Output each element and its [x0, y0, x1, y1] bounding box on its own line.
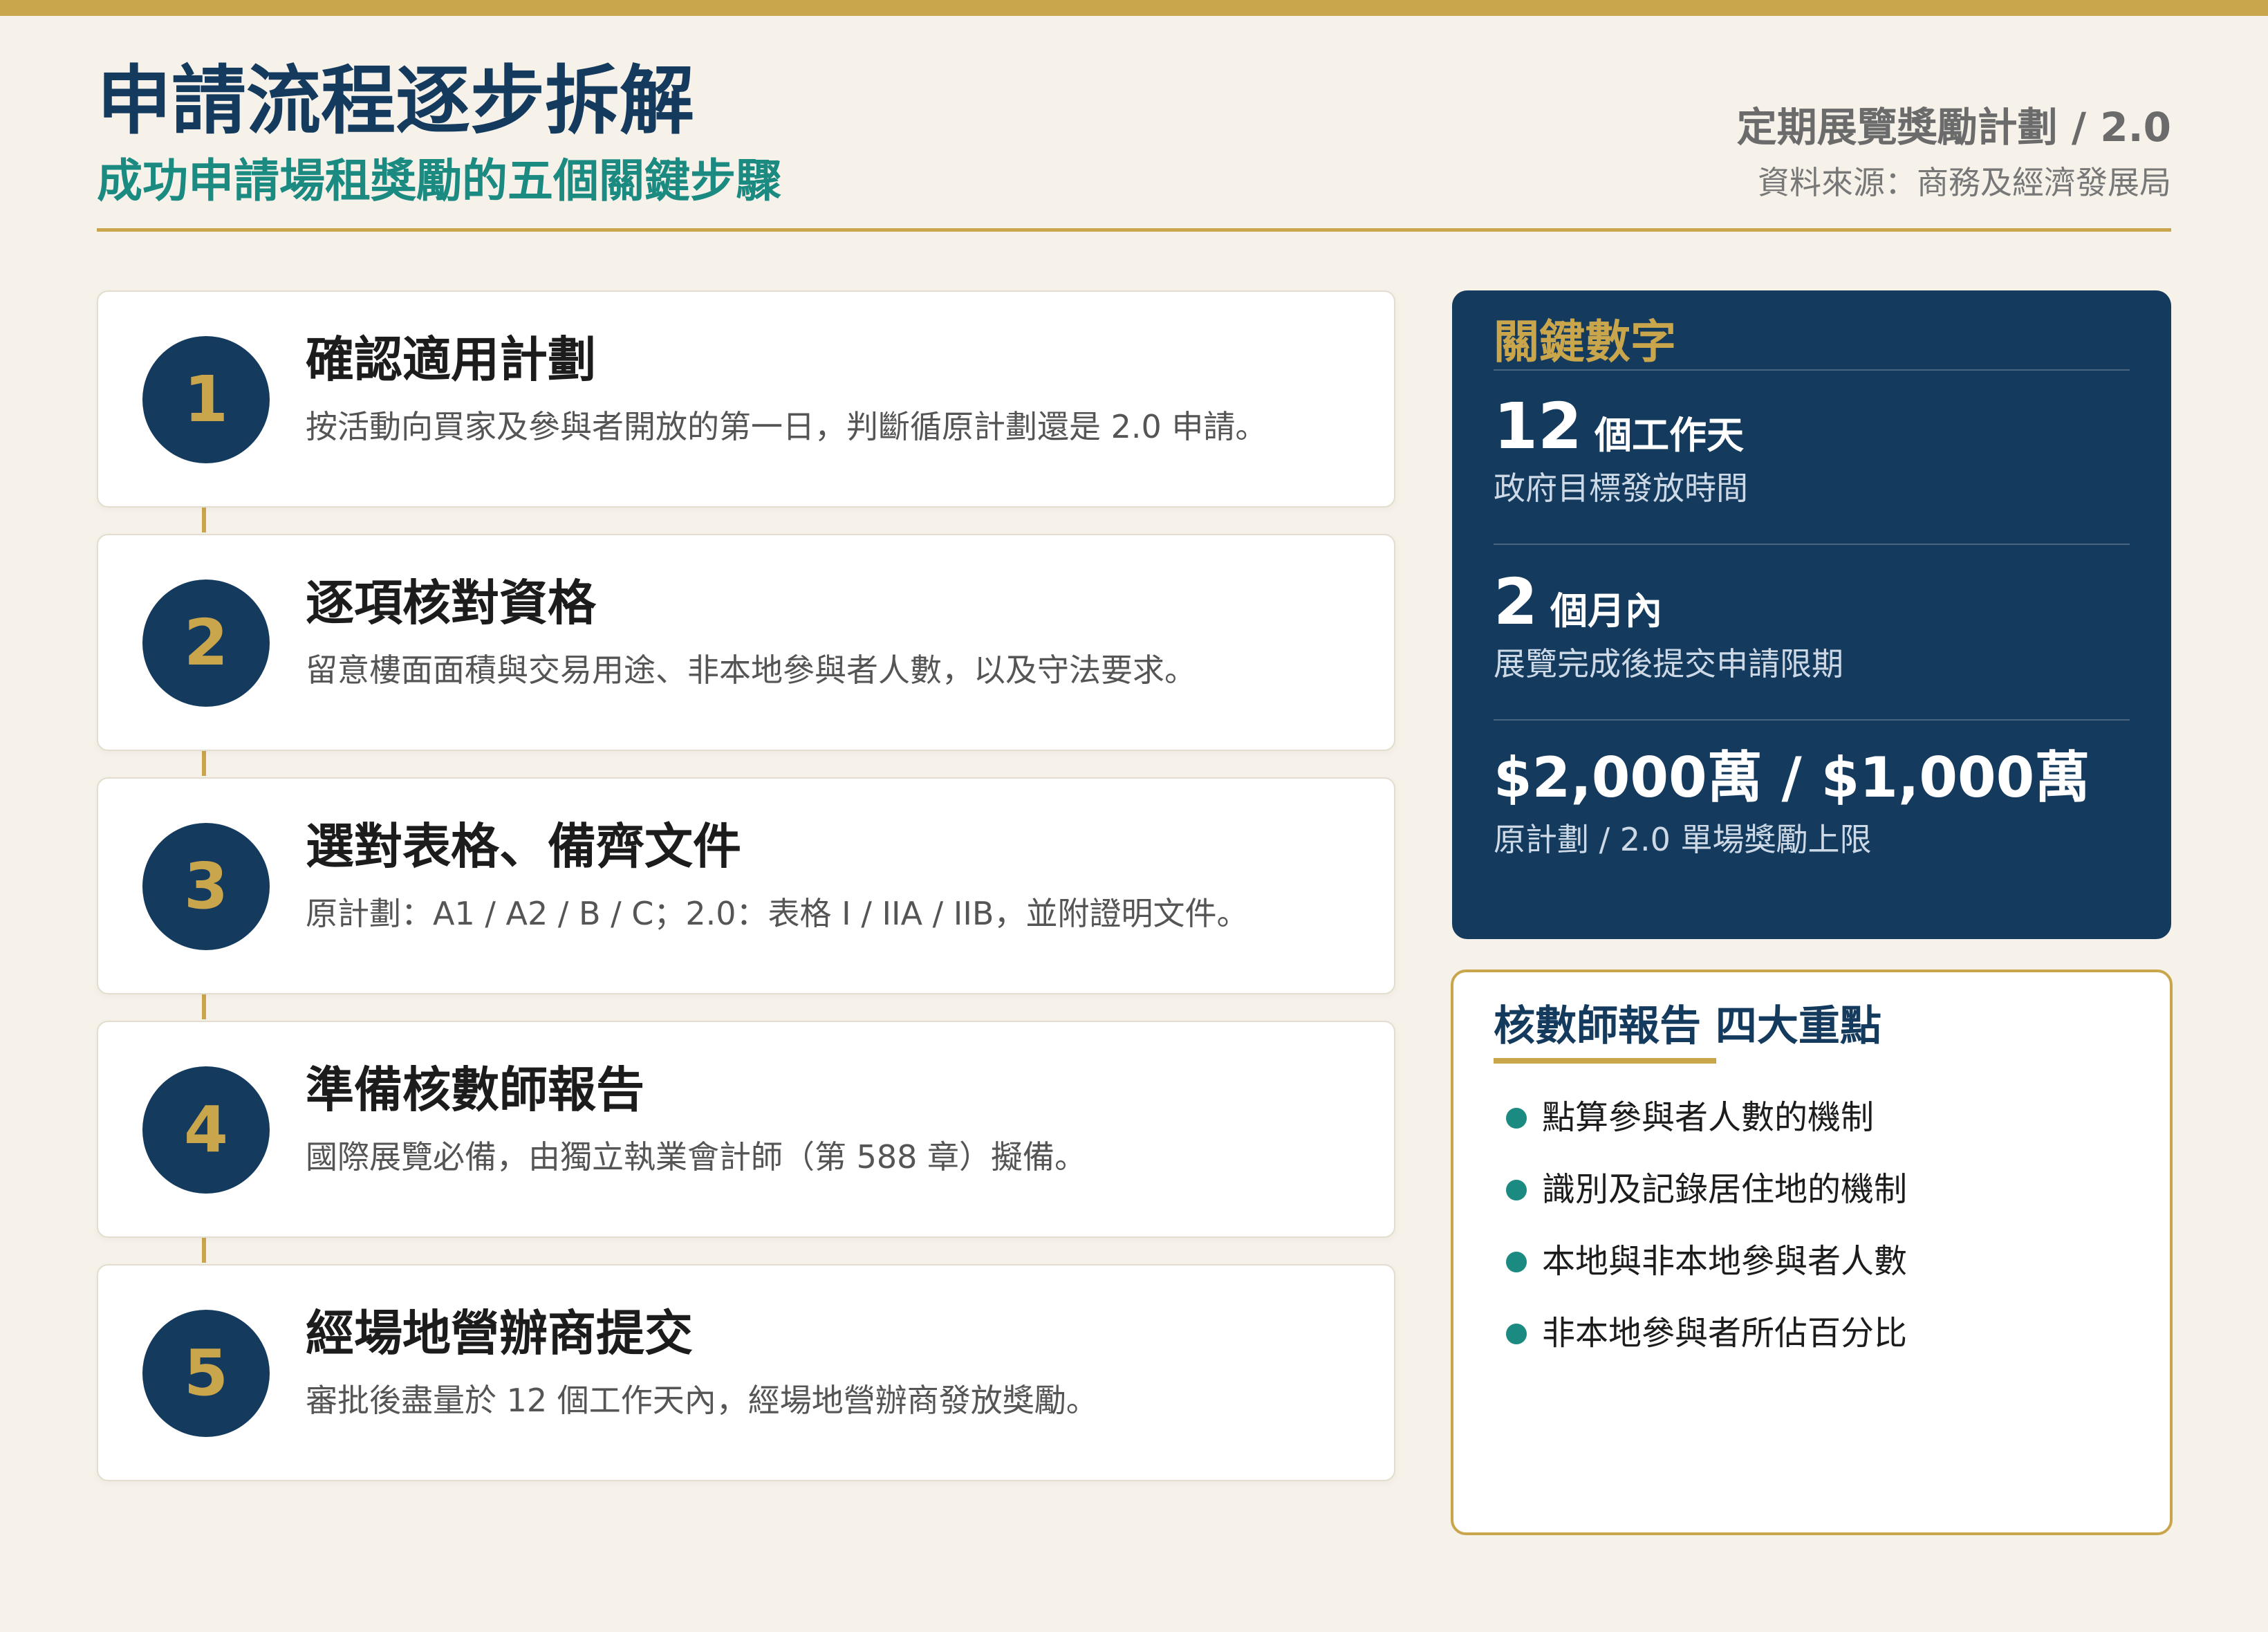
divider: [1494, 369, 2130, 371]
step-title: 確認適用計劃: [306, 331, 596, 388]
key-numbers-panel: 關鍵數字 12 個工作天 政府目標發放時間 2 個月內 展覽完成後提交申請限期 $2…: [1452, 290, 2171, 939]
step-connector: [202, 1238, 206, 1263]
step-title: 逐項核對資格: [306, 575, 596, 631]
key-number-item: 2 個月內 展覽完成後提交申請限期: [1494, 564, 2130, 703]
title-underline: [1494, 1058, 1716, 1064]
step-description: 按活動向買家及參與者開放的第一日，判斷循原計劃還是 2.0 申請。: [306, 408, 1267, 445]
step-card-3: 3 選對表格、備齊文件 原計劃：A1 / A2 / B / C；2.0：表格 I…: [97, 777, 1395, 994]
step-title: 經場地營辦商提交: [306, 1305, 693, 1362]
key-description: 原計劃 / 2.0 單場獎勵上限: [1494, 821, 1872, 858]
bullet-dot-icon: [1506, 1180, 1527, 1200]
step-connector: [202, 751, 206, 776]
key-number-item: $2,000萬 / $1,000萬 原計劃 / 2.0 單場獎勵上限: [1494, 740, 2130, 878]
key-number: 12: [1494, 389, 1583, 463]
step-card-5: 5 經場地營辦商提交 審批後盡量於 12 個工作天內，經場地營辦商發放獎勵。: [97, 1264, 1395, 1481]
divider: [1494, 719, 2130, 721]
key-number: $2,000萬 / $1,000萬: [1494, 745, 2090, 810]
top-accent-bar: [0, 0, 2268, 16]
key-unit: 個工作天: [1595, 414, 1745, 457]
bullet-dot-icon: [1506, 1108, 1527, 1129]
page-title: 申請流程逐步拆解: [97, 58, 695, 145]
step-number-badge: 5: [142, 1310, 270, 1437]
bullet-dot-icon: [1506, 1252, 1527, 1272]
step-title: 選對表格、備齊文件: [306, 818, 741, 875]
step-description: 留意樓面面積與交易用途、非本地參與者人數，以及守法要求。: [306, 651, 1196, 689]
step-card-2: 2 逐項核對資格 留意樓面面積與交易用途、非本地參與者人數，以及守法要求。: [97, 534, 1395, 751]
audit-report-panel: 核數師報告 四大重點 點算參與者人數的機制 識別及記錄居住地的機制 本地與非本地…: [1451, 970, 2173, 1535]
bullet-dot-icon: [1506, 1324, 1527, 1344]
list-item-text: 本地與非本地參與者人數: [1542, 1242, 1908, 1281]
key-number-item: 12 個工作天 政府目標發放時間: [1494, 389, 2130, 527]
step-description: 國際展覽必備，由獨立執業會計師（第 588 章）擬備。: [306, 1138, 1087, 1176]
divider: [1494, 544, 2130, 545]
key-description: 政府目標發放時間: [1494, 470, 1748, 507]
program-name: 定期展覽獎勵計劃 / 2.0: [1736, 104, 2171, 151]
data-source: 資料來源：商務及經濟發展局: [1758, 164, 2171, 201]
step-number-badge: 2: [142, 579, 270, 707]
list-item: 本地與非本地參與者人數: [1494, 1227, 2116, 1299]
step-card-1: 1 確認適用計劃 按活動向買家及參與者開放的第一日，判斷循原計劃還是 2.0 申…: [97, 290, 1395, 508]
step-card-4: 4 準備核數師報告 國際展覽必備，由獨立執業會計師（第 588 章）擬備。: [97, 1021, 1395, 1238]
audit-points-list: 點算參與者人數的機制 識別及記錄居住地的機制 本地與非本地參與者人數 非本地參與…: [1494, 1083, 2116, 1371]
page-header: 申請流程逐步拆解 成功申請場租獎勵的五個關鍵步驟 定期展覽獎勵計劃 / 2.0 …: [97, 57, 2171, 233]
key-description: 展覽完成後提交申請限期: [1494, 645, 1843, 683]
audit-report-title: 核數師報告 四大重點: [1494, 1002, 1881, 1050]
list-item-text: 非本地參與者所佔百分比: [1542, 1314, 1908, 1353]
list-item: 非本地參與者所佔百分比: [1494, 1299, 2116, 1371]
list-item-text: 識別及記錄居住地的機制: [1542, 1170, 1908, 1209]
steps-list: 1 確認適用計劃 按活動向買家及參與者開放的第一日，判斷循原計劃還是 2.0 申…: [97, 290, 1397, 1483]
key-unit: 個月內: [1550, 589, 1663, 633]
key-value: 2 個月內: [1494, 564, 1662, 640]
step-connector: [202, 508, 206, 532]
step-connector: [202, 994, 206, 1019]
header-divider: [97, 228, 2171, 232]
list-item: 識別及記錄居住地的機制: [1494, 1155, 2116, 1227]
list-item: 點算參與者人數的機制: [1494, 1083, 2116, 1155]
step-number-badge: 4: [142, 1066, 270, 1194]
step-title: 準備核數師報告: [306, 1061, 644, 1118]
step-number-badge: 1: [142, 336, 270, 463]
step-description: 原計劃：A1 / A2 / B / C；2.0：表格 I / IIA / IIB…: [306, 895, 1249, 932]
key-number: 2: [1494, 565, 1539, 639]
page-subtitle: 成功申請場租獎勵的五個關鍵步驟: [97, 154, 781, 207]
key-numbers-title: 關鍵數字: [1494, 315, 1676, 369]
key-value: $2,000萬 / $1,000萬: [1494, 740, 2090, 816]
list-item-text: 點算參與者人數的機制: [1542, 1098, 1875, 1137]
step-description: 審批後盡量於 12 個工作天內，經場地營辦商發放獎勵。: [306, 1382, 1098, 1419]
step-number-badge: 3: [142, 823, 270, 950]
key-value: 12 個工作天: [1494, 389, 1744, 465]
